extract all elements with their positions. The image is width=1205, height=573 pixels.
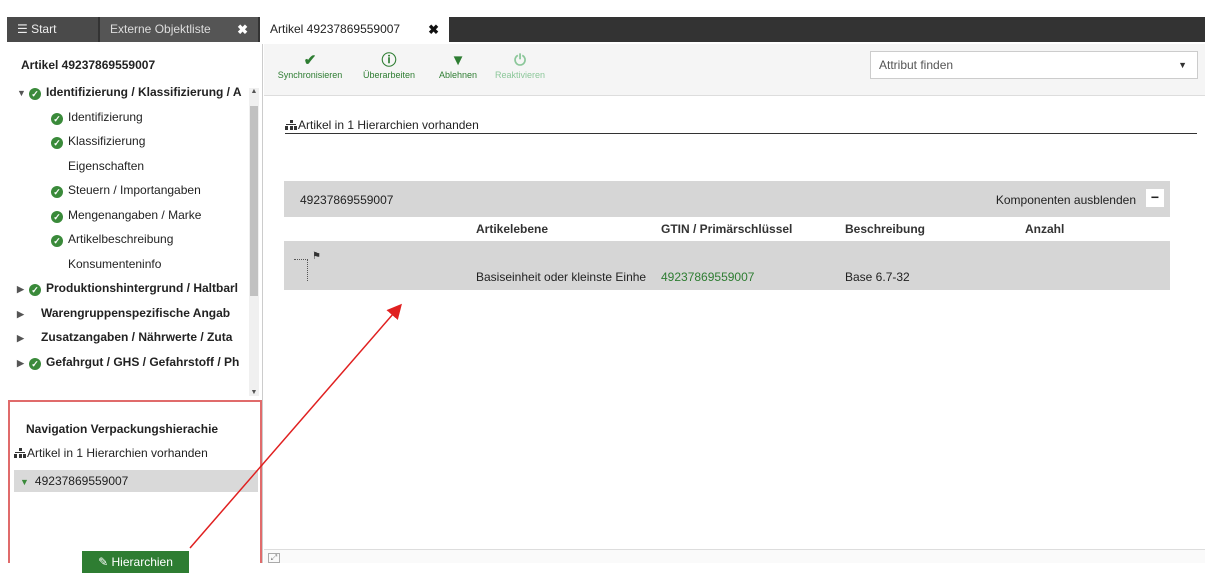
tree-item[interactable]: ▶ ✓ Gefahrgut / GHS / Gefahrstoff / Ph [17, 350, 239, 374]
scroll-down-icon[interactable]: ▼ [249, 389, 259, 396]
column-headers: Artikelebene GTIN / Primärschlüssel Besc… [284, 217, 1170, 241]
tree-item-label: Steuern / Importangaben [68, 183, 201, 197]
check-circle-icon: ✓ [29, 357, 41, 370]
close-icon[interactable]: ✖ [237, 17, 248, 42]
tree-item-label: Produktionshintergrund / Haltbarl [46, 281, 239, 295]
scroll-thumb[interactable] [250, 106, 258, 296]
reaktivieren-button[interactable]: ⏻ Reaktivieren [488, 52, 552, 80]
caret-right-icon[interactable]: ▶ [17, 351, 29, 375]
tree-item[interactable]: ▶ ✓ Produktionshintergrund / Haltbarl [17, 276, 238, 300]
caret-down-icon[interactable]: ▼ [17, 81, 29, 105]
check-circle-icon: ✓ [51, 186, 63, 198]
tab-artikel[interactable]: Artikel 49237869559007 ✖ [260, 17, 449, 42]
menu-icon: ☰ [17, 22, 32, 36]
expand-caret-icon[interactable]: ▼ [20, 477, 29, 487]
thumbs-down-icon: ▼ [450, 52, 466, 69]
tree-item-label: Konsumenteninfo [68, 256, 162, 271]
tree-connector [294, 259, 308, 281]
tree-item-label: Identifizierung / Klassifizierung / A [46, 85, 242, 99]
components-toggle-label[interactable]: Komponenten ausblenden [996, 193, 1136, 207]
synchronisieren-button[interactable]: ✔ Synchronisieren [266, 52, 354, 80]
tab-externe-objektliste[interactable]: Externe Objektliste ✖ [100, 17, 258, 42]
nav-selected-node[interactable]: ▼ 49237869559007 [14, 470, 258, 492]
expand-icon[interactable]: ⤢ [268, 553, 280, 563]
close-icon[interactable]: ✖ [428, 17, 439, 42]
tree-item[interactable]: ▼ ✓ Identifizierung / Klassifizierung / A [17, 80, 242, 104]
tree-item-label: Gefahrgut / GHS / Gefahrstoff / Ph [46, 354, 240, 369]
hierarchien-button[interactable]: ✎ Hierarchien [82, 551, 189, 573]
power-icon: ⏻ [514, 52, 526, 69]
tree-item[interactable]: ▶ Zusatzangaben / Nährwerte / Zuta [17, 325, 232, 349]
tree-item-label: Eigenschaften [68, 158, 145, 173]
check-circle-icon: ✓ [29, 284, 41, 296]
tree-item[interactable]: ✓ Artikelbeschreibung [51, 227, 173, 251]
attribute-tree: ▼ ✓ Identifizierung / Klassifizierung / A ✓… [7, 80, 257, 396]
check-circle-icon: ✓ [51, 210, 63, 223]
column-header: Artikelebene [476, 222, 549, 236]
cell-artikelebene: Basiseinheit oder kleinste Einhe [476, 270, 647, 284]
hierarchy-count-line: Artikel in 1 Hierarchien vorhanden [285, 118, 1197, 134]
tree-item-label: Mengenangaben / Marke [68, 207, 202, 222]
flag-icon: ⚑ [312, 251, 321, 262]
scroll-up-icon[interactable]: ▲ [249, 88, 259, 95]
attribut-finden-select[interactable]: Attribut finden ▼ [870, 51, 1198, 79]
caret-right-icon[interactable]: ▶ [17, 277, 29, 301]
nav-hierarchy-count: Artikel in 1 Hierarchien vorhanden [14, 446, 208, 460]
tab-label: Start [31, 22, 57, 36]
ablehnen-button[interactable]: ▼ Ablehnen [433, 52, 483, 80]
tab-label: Artikel 49237869559007 [270, 22, 401, 36]
column-header: GTIN / Primärschlüssel [661, 222, 793, 236]
grid-header: 49237869559007 Komponenten ausblenden − [284, 181, 1170, 217]
tree-item[interactable]: ✓ Identifizierung [51, 105, 143, 129]
tab-label: Externe Objektliste [110, 22, 211, 36]
tree-item-label: Warengruppenspezifische Angab [41, 305, 231, 320]
hierarchy-icon [14, 448, 26, 458]
tree-item[interactable]: ✓ Klassifizierung [51, 129, 145, 153]
toolbar: ✔ Synchronisieren ⓘ Überarbeiten ▼ Ableh… [264, 44, 1205, 96]
sidebar-title: Artikel 49237869559007 [21, 58, 156, 72]
cell-beschreibung: Base 6.7-32 [845, 270, 910, 284]
check-circle-icon: ✓ [51, 137, 63, 149]
caret-right-icon[interactable]: ▶ [17, 302, 29, 326]
check-circle-icon: ✓ [51, 235, 63, 247]
grid-article-id: 49237869559007 [300, 193, 394, 207]
table-row[interactable]: ⚑ Basiseinheit oder kleinste Einhe 49237… [284, 241, 1170, 290]
top-bar: ☰ Start Externe Objektliste ✖ Artikel 49… [0, 0, 1205, 44]
tree-item-label: Zusatzangaben / Nährwerte / Zuta [41, 330, 233, 344]
ueberarbeiten-button[interactable]: ⓘ Überarbeiten [353, 52, 425, 80]
tree-item-label: Identifizierung [68, 109, 143, 124]
collapse-icon[interactable]: − [1146, 189, 1164, 207]
column-header: Anzahl [1025, 222, 1065, 236]
tree-item[interactable]: ✓ Steuern / Importangaben [51, 178, 201, 202]
cell-gtin-link[interactable]: 49237869559007 [661, 270, 754, 284]
tree-item[interactable]: Konsumenteninfo [68, 252, 161, 276]
navigation-hierarchy-panel: Navigation Verpackungshierachie Artikel … [8, 400, 262, 573]
check-circle-icon: ✓ [51, 112, 63, 125]
tree-item[interactable]: ▶ Warengruppenspezifische Angab [17, 301, 230, 325]
tree-item[interactable]: ✓ Mengenangaben / Marke [51, 203, 201, 227]
chevron-down-icon: ▼ [1178, 60, 1187, 70]
tree-item[interactable]: Eigenschaften [68, 154, 144, 178]
nav-title: Navigation Verpackungshierachie [26, 422, 219, 436]
sidebar: Artikel 49237869559007 ▼ ✓ Identifizierung… [7, 44, 263, 573]
main-content: ✔ Synchronisieren ⓘ Überarbeiten ▼ Ableh… [264, 44, 1205, 563]
checkmark-icon: ✔ [303, 52, 317, 69]
bottom-bar [264, 549, 1205, 563]
pencil-icon: ✎ [98, 555, 112, 569]
hierarchy-icon [285, 120, 297, 130]
tab-start[interactable]: ☰ Start [7, 17, 98, 42]
tab-strip: ☰ Start Externe Objektliste ✖ Artikel 49… [7, 17, 1205, 42]
tree-scrollbar[interactable]: ▲ ▼ [249, 88, 259, 396]
tree-item-label: Klassifizierung [68, 134, 146, 148]
caret-right-icon[interactable]: ▶ [17, 326, 29, 350]
column-header: Beschreibung [845, 222, 926, 236]
exclamation-icon: ⓘ [381, 52, 397, 69]
tree-item-label: Artikelbeschreibung [68, 232, 174, 246]
check-circle-icon: ✓ [29, 88, 41, 100]
